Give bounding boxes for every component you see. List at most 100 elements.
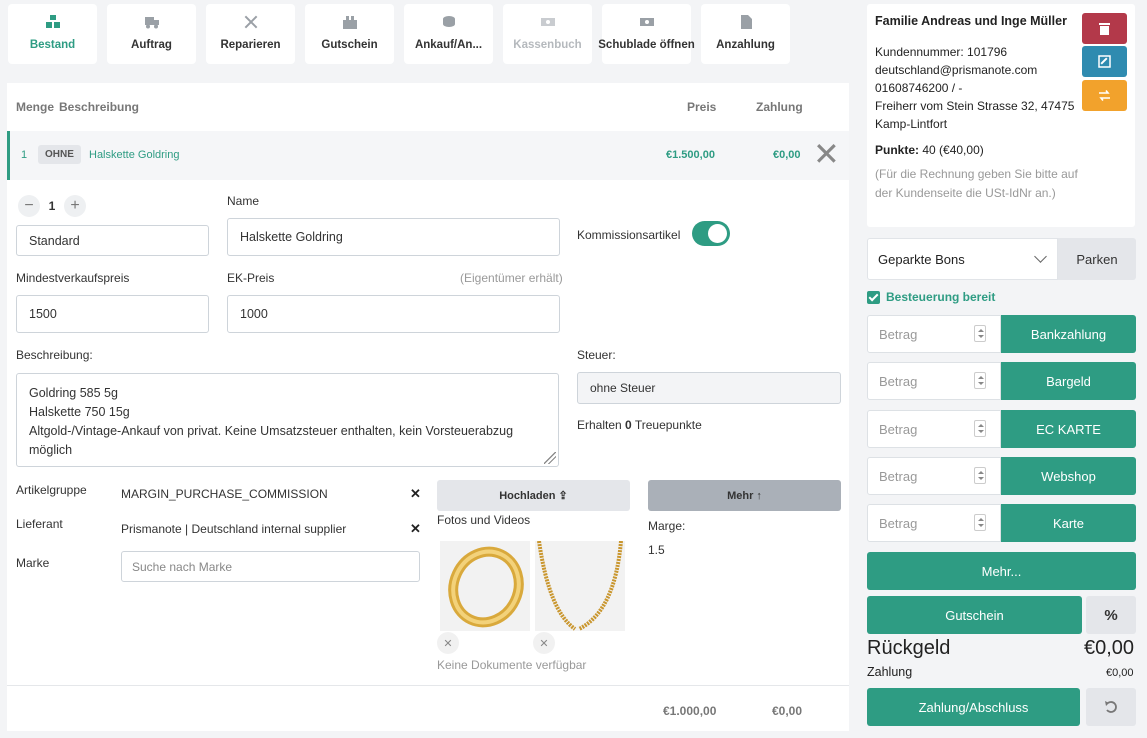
more-button[interactable]: Mehr ↑ — [648, 480, 841, 511]
toggle-knob — [708, 224, 727, 243]
spinner-icon[interactable] — [974, 467, 986, 484]
row-name: Halskette Goldring — [89, 149, 180, 161]
toolbar-bestand-button[interactable]: Bestand — [8, 4, 97, 64]
name-label: Name — [227, 194, 260, 208]
delete-customer-button[interactable] — [1082, 13, 1127, 44]
toolbar-item-label: Auftrag — [131, 39, 172, 51]
paid-label: Zahlung — [867, 665, 913, 679]
checkout-button[interactable]: Zahlung/Abschluss — [867, 688, 1080, 726]
quantity-value: 1 — [48, 199, 56, 213]
upload-button[interactable]: Hochladen ⇪ — [437, 480, 630, 511]
toolbar-auftrag-button[interactable]: Auftrag — [107, 4, 196, 64]
ec-card-payment-button[interactable]: EC KARTE — [1001, 410, 1136, 448]
margin-label: Marge: — [648, 519, 686, 533]
name-input[interactable]: Halskette Goldring — [227, 218, 560, 256]
decrease-quantity-button[interactable]: − — [18, 195, 40, 217]
change-value: €0,00 — [1084, 637, 1135, 659]
brand-label: Marke — [16, 556, 50, 570]
table-row[interactable]: 1 OHNE Halskette Goldring €1.500,00 €0,0… — [7, 131, 849, 180]
clear-supplier-icon[interactable]: ✕ — [410, 521, 421, 537]
remove-media-icon[interactable]: ✕ — [533, 632, 555, 654]
ek-price-input[interactable]: 1000 — [227, 295, 560, 333]
customer-email: deutschland@prismanote.com — [875, 63, 1038, 77]
points-value: 0 — [625, 418, 632, 432]
media-label: Fotos und Videos — [437, 513, 531, 527]
trash-icon — [1099, 23, 1110, 35]
upload-icon: ⇪ — [558, 490, 568, 502]
webshop-payment-button[interactable]: Webshop — [1001, 457, 1136, 495]
row-payment: €0,00 — [773, 149, 801, 161]
points-suffix: Treuepunkte — [634, 418, 702, 432]
header-menge: Menge — [16, 100, 55, 114]
commission-toggle[interactable] — [692, 221, 730, 246]
discount-percent-button[interactable]: % — [1086, 596, 1136, 634]
spinner-icon[interactable] — [974, 514, 986, 531]
tax-badge: OHNE — [38, 145, 81, 164]
tools-icon — [244, 15, 257, 29]
chevron-down-icon — [1034, 250, 1047, 263]
min-price-input[interactable]: 1500 — [16, 295, 209, 333]
edit-customer-button[interactable] — [1082, 46, 1127, 77]
resize-handle[interactable] — [544, 452, 556, 464]
voucher-button[interactable]: Gutschein — [867, 596, 1082, 634]
toolbar-kassenbuch-button[interactable]: Kassenbuch — [503, 4, 592, 64]
description-textarea[interactable]: Goldring 585 5g Halskette 750 15g Altgol… — [16, 373, 559, 467]
customer-points: Punkte: 40 (€40,00) — [875, 143, 984, 157]
toolbar-anzahlung-button[interactable]: Anzahlung — [701, 4, 790, 64]
footer-payment: €0,00 — [772, 704, 803, 718]
cart-panel: Menge Beschreibung Preis Zahlung 1 OHNE … — [7, 83, 849, 731]
tax-ready-label: Besteuerung bereit — [886, 290, 996, 304]
description-line: Altgold-/Vintage-Ankauf von privat. Kein… — [29, 424, 514, 438]
table-header: Menge Beschreibung Preis Zahlung — [7, 83, 849, 131]
change-label: Rückgeld — [867, 637, 951, 659]
gift-card-icon — [342, 16, 357, 29]
toolbar-ankauf-button[interactable]: Ankauf/An... — [404, 4, 493, 64]
cash-payment-button[interactable]: Bargeld — [1001, 362, 1136, 400]
remove-media-icon[interactable]: ✕ — [437, 632, 459, 654]
toolbar-item-label: Gutschein — [321, 39, 378, 51]
loyalty-points-text: Erhalten 0 Treuepunkte — [577, 418, 702, 432]
toolbar-gutschein-button[interactable]: Gutschein — [305, 4, 394, 64]
payment-row: Betrag Karte — [867, 504, 1136, 542]
bank-payment-button[interactable]: Bankzahlung — [1001, 315, 1136, 353]
customer-address-line2: Kamp-Lintfort — [875, 117, 948, 131]
spinner-icon[interactable] — [974, 420, 986, 437]
card-payment-button[interactable]: Karte — [1001, 504, 1136, 542]
description-line: Goldring 585 5g — [29, 386, 118, 400]
undo-button[interactable] — [1086, 688, 1136, 726]
header-preis: Preis — [687, 100, 717, 114]
variant-input[interactable]: Standard — [16, 225, 209, 256]
increase-quantity-button[interactable]: + — [64, 195, 86, 217]
payment-row: Betrag EC KARTE — [867, 410, 1136, 448]
remove-row-icon[interactable]: ✕ — [813, 138, 840, 170]
swap-customer-button[interactable] — [1082, 80, 1127, 111]
toolbar-item-label: Kassenbuch — [513, 39, 582, 51]
media-thumbnail-necklace[interactable] — [535, 541, 625, 631]
customer-name: Familie Andreas und Inge Müller — [875, 14, 1067, 28]
description-line: Halskette 750 15g — [29, 405, 130, 419]
spinner-icon[interactable] — [974, 372, 986, 389]
table-footer: €1.000,00 €0,00 — [7, 685, 849, 731]
more-payments-button[interactable]: Mehr... — [867, 552, 1136, 590]
row-quantity: 1 — [21, 149, 28, 161]
spinner-icon[interactable] — [974, 325, 986, 342]
park-button[interactable]: Parken — [1058, 238, 1136, 280]
toolbar-schublade-button[interactable]: Schublade öffnen — [598, 4, 695, 64]
no-documents-text: Keine Dokumente verfügbar — [437, 658, 587, 672]
toolbar-item-label: Schublade öffnen — [598, 39, 695, 51]
toolbar: Bestand Auftrag Reparieren Gutschein Ank… — [8, 4, 790, 64]
points-amount: 40 (€40,00) — [922, 143, 984, 157]
tax-ready-checkbox[interactable]: Besteuerung bereit — [867, 290, 995, 304]
payment-row: Betrag Bargeld — [867, 362, 1136, 400]
supplier-label: Lieferant — [16, 517, 63, 531]
media-thumbnail-ring[interactable] — [440, 541, 530, 631]
parked-select-value: Geparkte Bons — [878, 251, 965, 267]
more-label: Mehr — [727, 489, 754, 502]
clear-group-icon[interactable]: ✕ — [410, 486, 421, 502]
group-value: MARGIN_PURCHASE_COMMISSION — [121, 487, 328, 501]
parked-receipts-select[interactable]: Geparkte Bons — [867, 238, 1058, 280]
toolbar-reparieren-button[interactable]: Reparieren — [206, 4, 295, 64]
tax-select[interactable]: ohne Steuer — [577, 372, 841, 404]
coins-icon — [442, 16, 455, 27]
brand-search-input[interactable]: Suche nach Marke — [121, 551, 420, 582]
